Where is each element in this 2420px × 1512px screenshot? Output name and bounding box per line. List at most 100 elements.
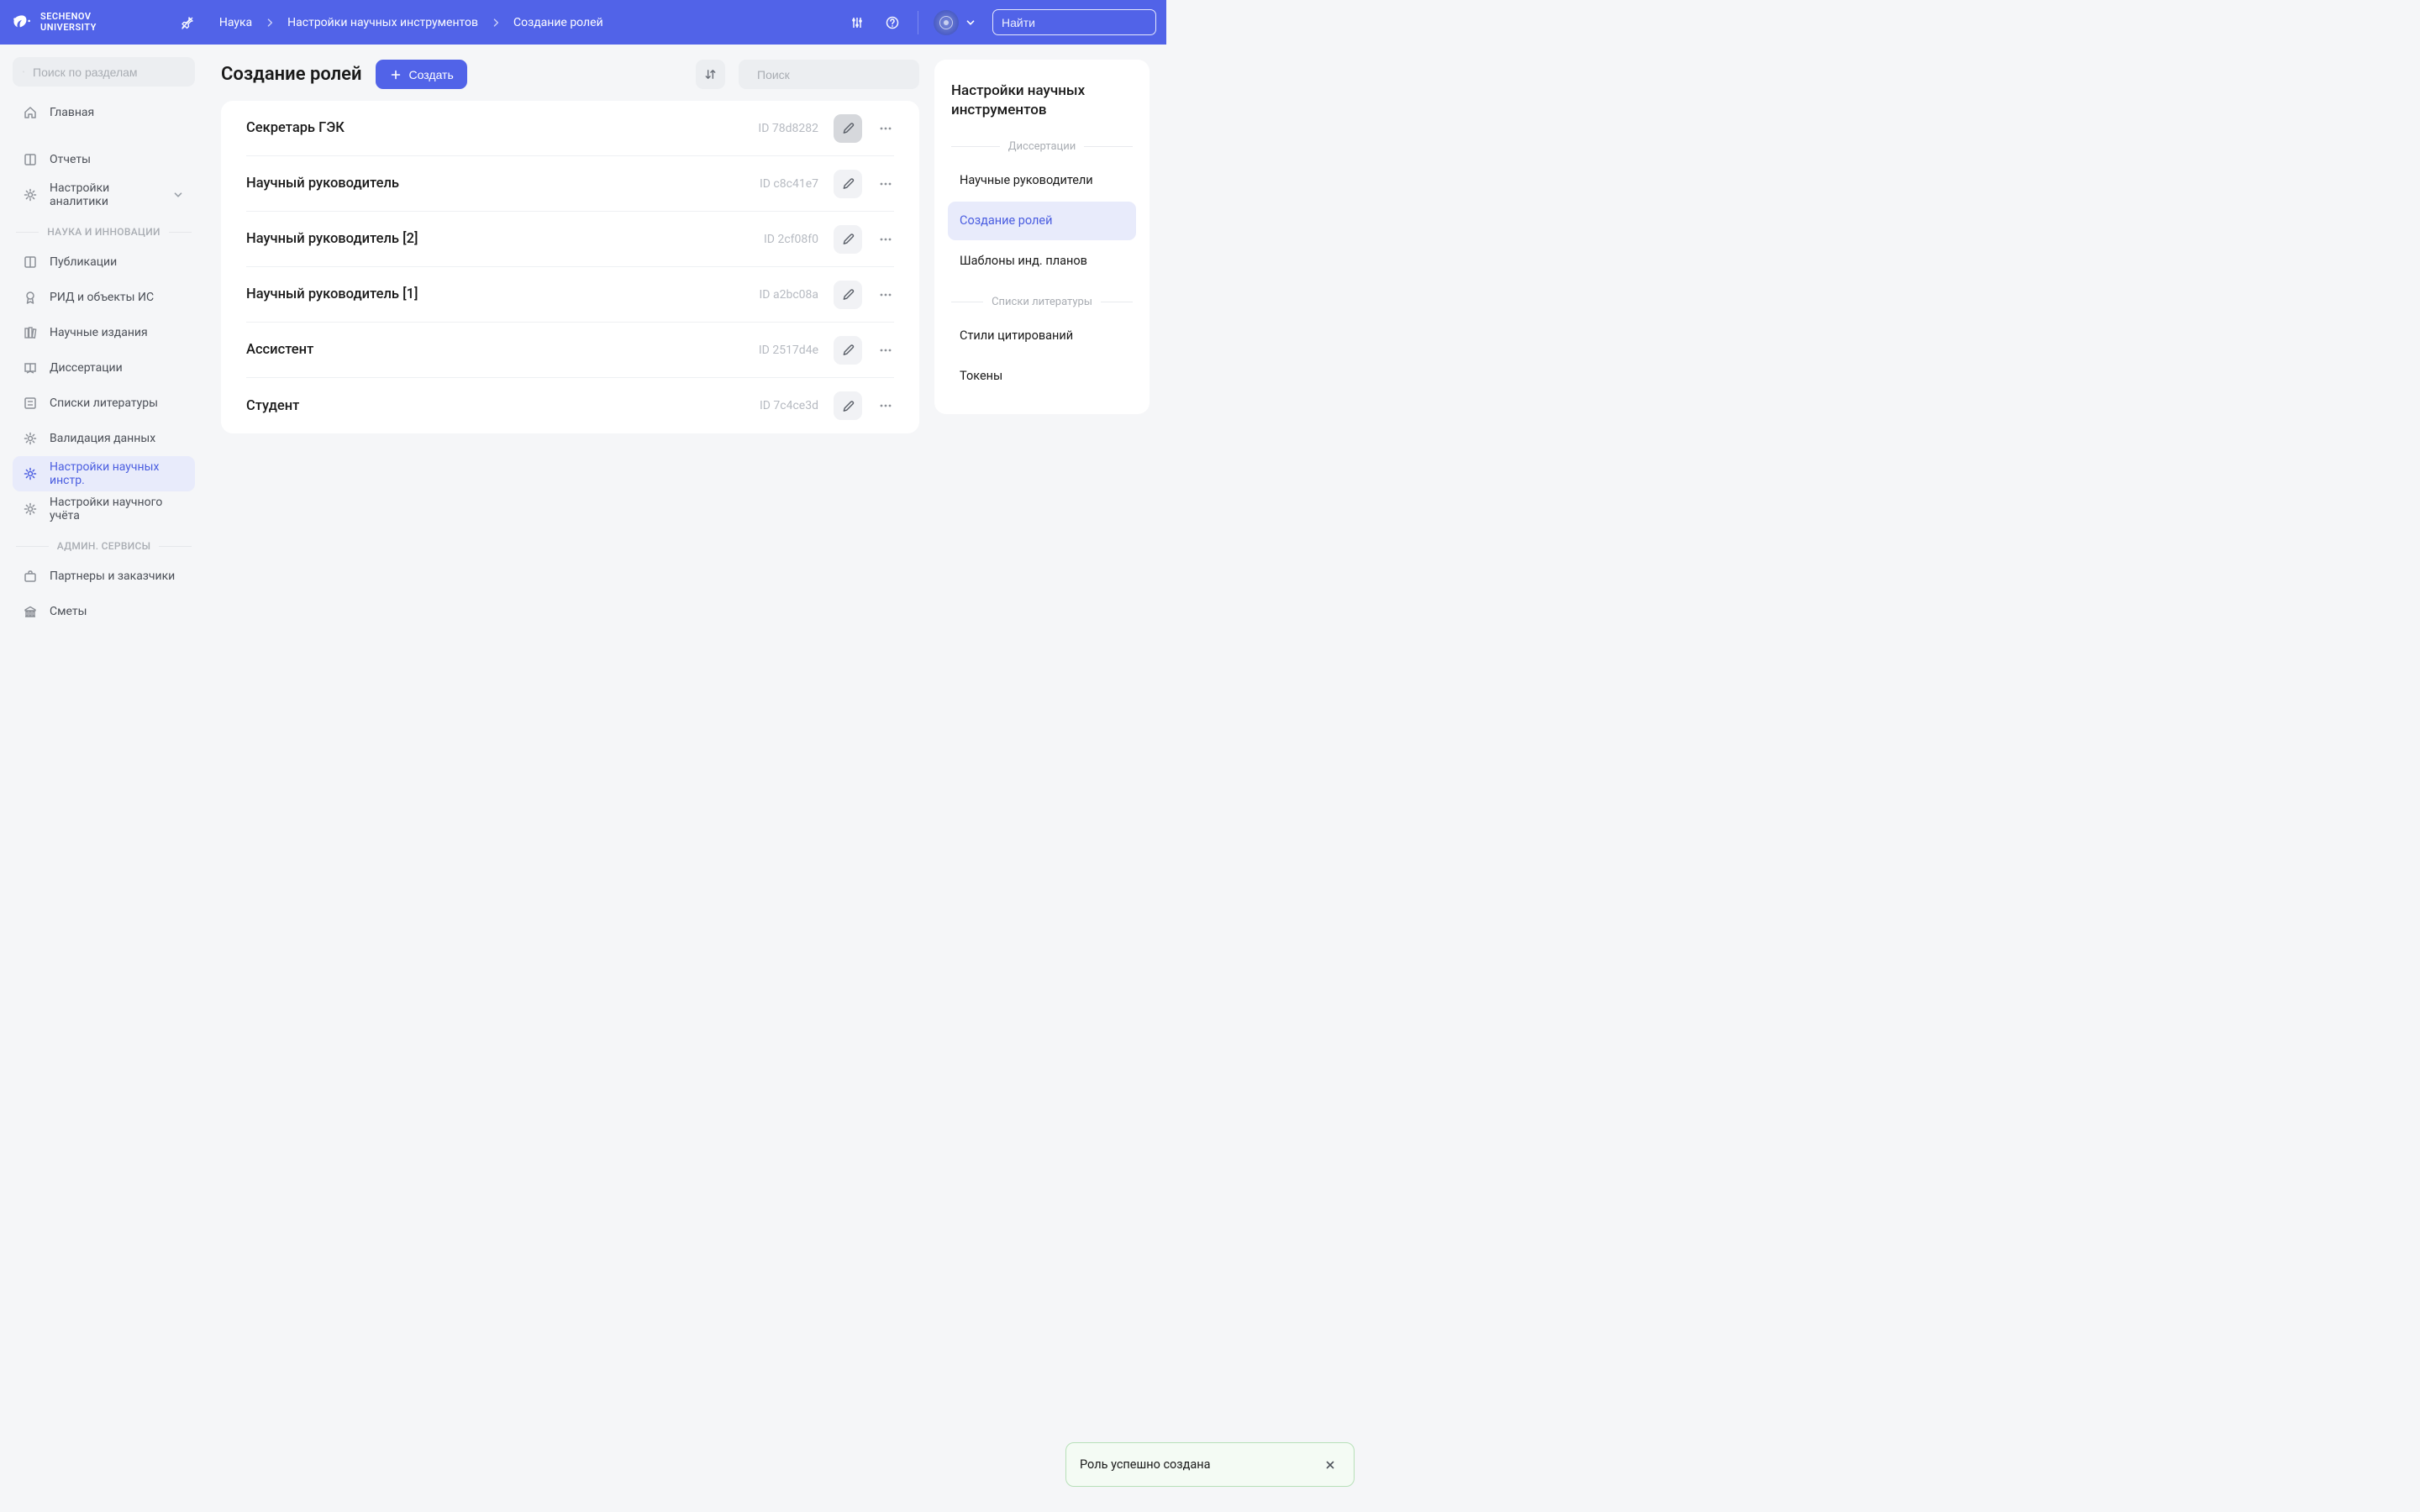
- chevron-right-icon: [490, 17, 502, 29]
- sidebar-item-label: Настройки научных инстр.: [50, 460, 185, 487]
- logo-icon: [8, 13, 34, 33]
- section-search[interactable]: [13, 57, 195, 87]
- chevron-right-icon: [264, 17, 276, 29]
- topbar: SECHENOV UNIVERSITY Наука Настройки науч…: [0, 0, 1166, 45]
- role-row: Секретарь ГЭК ID 78d8282: [246, 101, 894, 156]
- sidebar-item[interactable]: Диссертации: [13, 350, 195, 386]
- sidebar-item[interactable]: Главная: [13, 95, 195, 130]
- edit-button[interactable]: [834, 170, 862, 198]
- crumb-2[interactable]: Создание ролей: [513, 16, 603, 29]
- role-id: ID 2cf08f0: [764, 233, 818, 246]
- brand-line2: UNIVERSITY: [40, 23, 97, 33]
- dots-icon: [878, 176, 893, 192]
- dots-icon: [878, 232, 893, 247]
- sidebar-item-label: Публикации: [50, 255, 117, 269]
- pencil-icon: [841, 287, 855, 302]
- role-row: Студент ID 7c4ce3d: [246, 378, 894, 433]
- role-id: ID 78d8282: [758, 122, 818, 135]
- more-button[interactable]: [877, 281, 894, 309]
- rpanel-item[interactable]: Создание ролей: [948, 202, 1136, 240]
- dots-icon: [878, 343, 893, 358]
- sidebar-item-label: Диссертации: [50, 361, 123, 375]
- section-search-input[interactable]: [33, 66, 185, 79]
- role-name: Научный руководитель [2]: [246, 231, 749, 247]
- list-icon: [23, 396, 38, 411]
- sidebar-item-label: РИД и объекты ИС: [50, 291, 154, 304]
- pencil-icon: [841, 399, 855, 413]
- role-name: Ассистент: [246, 342, 744, 358]
- book-icon: [23, 255, 38, 270]
- sidebar-item[interactable]: Настройки аналитики: [13, 177, 195, 213]
- dots-icon: [878, 121, 893, 136]
- page-header: Создание ролей Создать: [221, 60, 919, 89]
- user-menu[interactable]: [934, 10, 977, 35]
- pencil-icon: [841, 176, 855, 191]
- gear-icon: [23, 187, 38, 202]
- content-search[interactable]: [739, 60, 919, 89]
- sidebar-item[interactable]: Валидация данных: [13, 421, 195, 456]
- toast-close-button[interactable]: [1320, 1455, 1340, 1475]
- global-search-input[interactable]: [1002, 16, 1154, 29]
- role-name: Научный руководитель: [246, 176, 744, 192]
- sidebar-item[interactable]: РИД и объекты ИС: [13, 280, 195, 315]
- rpanel-group-1: Диссертации: [948, 127, 1136, 160]
- role-row: Ассистент ID 2517d4e: [246, 323, 894, 378]
- plus-icon: [389, 68, 402, 81]
- rpanel-item[interactable]: Шаблоны инд. планов: [948, 242, 1136, 281]
- more-button[interactable]: [877, 225, 894, 254]
- sidebar-item[interactable]: Научные издания: [13, 315, 195, 350]
- award-icon: [23, 290, 38, 305]
- more-button[interactable]: [877, 114, 894, 143]
- global-search[interactable]: [992, 9, 1156, 35]
- sidebar-item[interactable]: Настройки научного учёта: [13, 491, 195, 527]
- home-icon: [23, 105, 38, 120]
- help-icon[interactable]: [882, 13, 902, 33]
- close-icon: [1323, 1458, 1337, 1472]
- crumb-0[interactable]: Наука: [219, 16, 252, 29]
- gear-icon: [23, 431, 38, 446]
- dots-icon: [878, 398, 893, 413]
- pin-icon[interactable]: [177, 13, 197, 33]
- more-button[interactable]: [877, 336, 894, 365]
- crumb-1[interactable]: Настройки научных инструментов: [287, 16, 478, 29]
- settings-icon[interactable]: [847, 13, 867, 33]
- sidebar-item-label: Отчеты: [50, 153, 91, 166]
- right-panel: Настройки научных инструментов Диссертац…: [934, 60, 1150, 414]
- rpanel-item[interactable]: Токены: [948, 357, 1136, 396]
- role-name: Научный руководитель [1]: [246, 286, 744, 302]
- more-button[interactable]: [877, 391, 894, 420]
- sidebar-item-label: Партнеры и заказчики: [50, 570, 175, 583]
- sidebar-item-label: Сметы: [50, 605, 87, 618]
- create-button[interactable]: Создать: [376, 60, 467, 89]
- role-row: Научный руководитель [1] ID a2bc08a: [246, 267, 894, 323]
- rpanel-item[interactable]: Стили цитирований: [948, 317, 1136, 355]
- sidebar-item[interactable]: Публикации: [13, 244, 195, 280]
- sidebar-item[interactable]: Списки литературы: [13, 386, 195, 421]
- sort-button[interactable]: [696, 60, 725, 89]
- toast-message: Роль успешно создана: [1080, 1457, 1211, 1472]
- edit-button[interactable]: [834, 391, 862, 420]
- role-id: ID a2bc08a: [760, 288, 819, 302]
- sidebar-item[interactable]: Настройки научных инстр.: [13, 456, 195, 491]
- edit-button[interactable]: [834, 225, 862, 254]
- breadcrumbs: Наука Настройки научных инструментов Соз…: [219, 16, 603, 29]
- briefcase-icon: [23, 569, 38, 584]
- edit-button[interactable]: [834, 114, 862, 143]
- sidebar-item[interactable]: Отчеты: [13, 142, 195, 177]
- logo[interactable]: SECHENOV UNIVERSITY: [8, 12, 97, 32]
- success-toast: Роль успешно создана: [1065, 1442, 1355, 1487]
- sidebar-item-label: Настройки научного учёта: [50, 496, 185, 522]
- edit-button[interactable]: [834, 336, 862, 365]
- sidebar-item[interactable]: Партнеры и заказчики: [13, 559, 195, 594]
- gear-icon: [23, 466, 38, 481]
- rpanel-item[interactable]: Научные руководители: [948, 161, 1136, 200]
- sidebar-item[interactable]: Сметы: [13, 594, 195, 629]
- role-row: Научный руководитель ID c8c41e7: [246, 156, 894, 212]
- avatar: [934, 10, 959, 35]
- sidebar-item-label: Научные издания: [50, 326, 148, 339]
- content-search-input[interactable]: [757, 68, 909, 81]
- edit-button[interactable]: [834, 281, 862, 309]
- sort-icon: [703, 67, 718, 81]
- more-button[interactable]: [877, 170, 894, 198]
- chevron-down-icon: [171, 188, 185, 202]
